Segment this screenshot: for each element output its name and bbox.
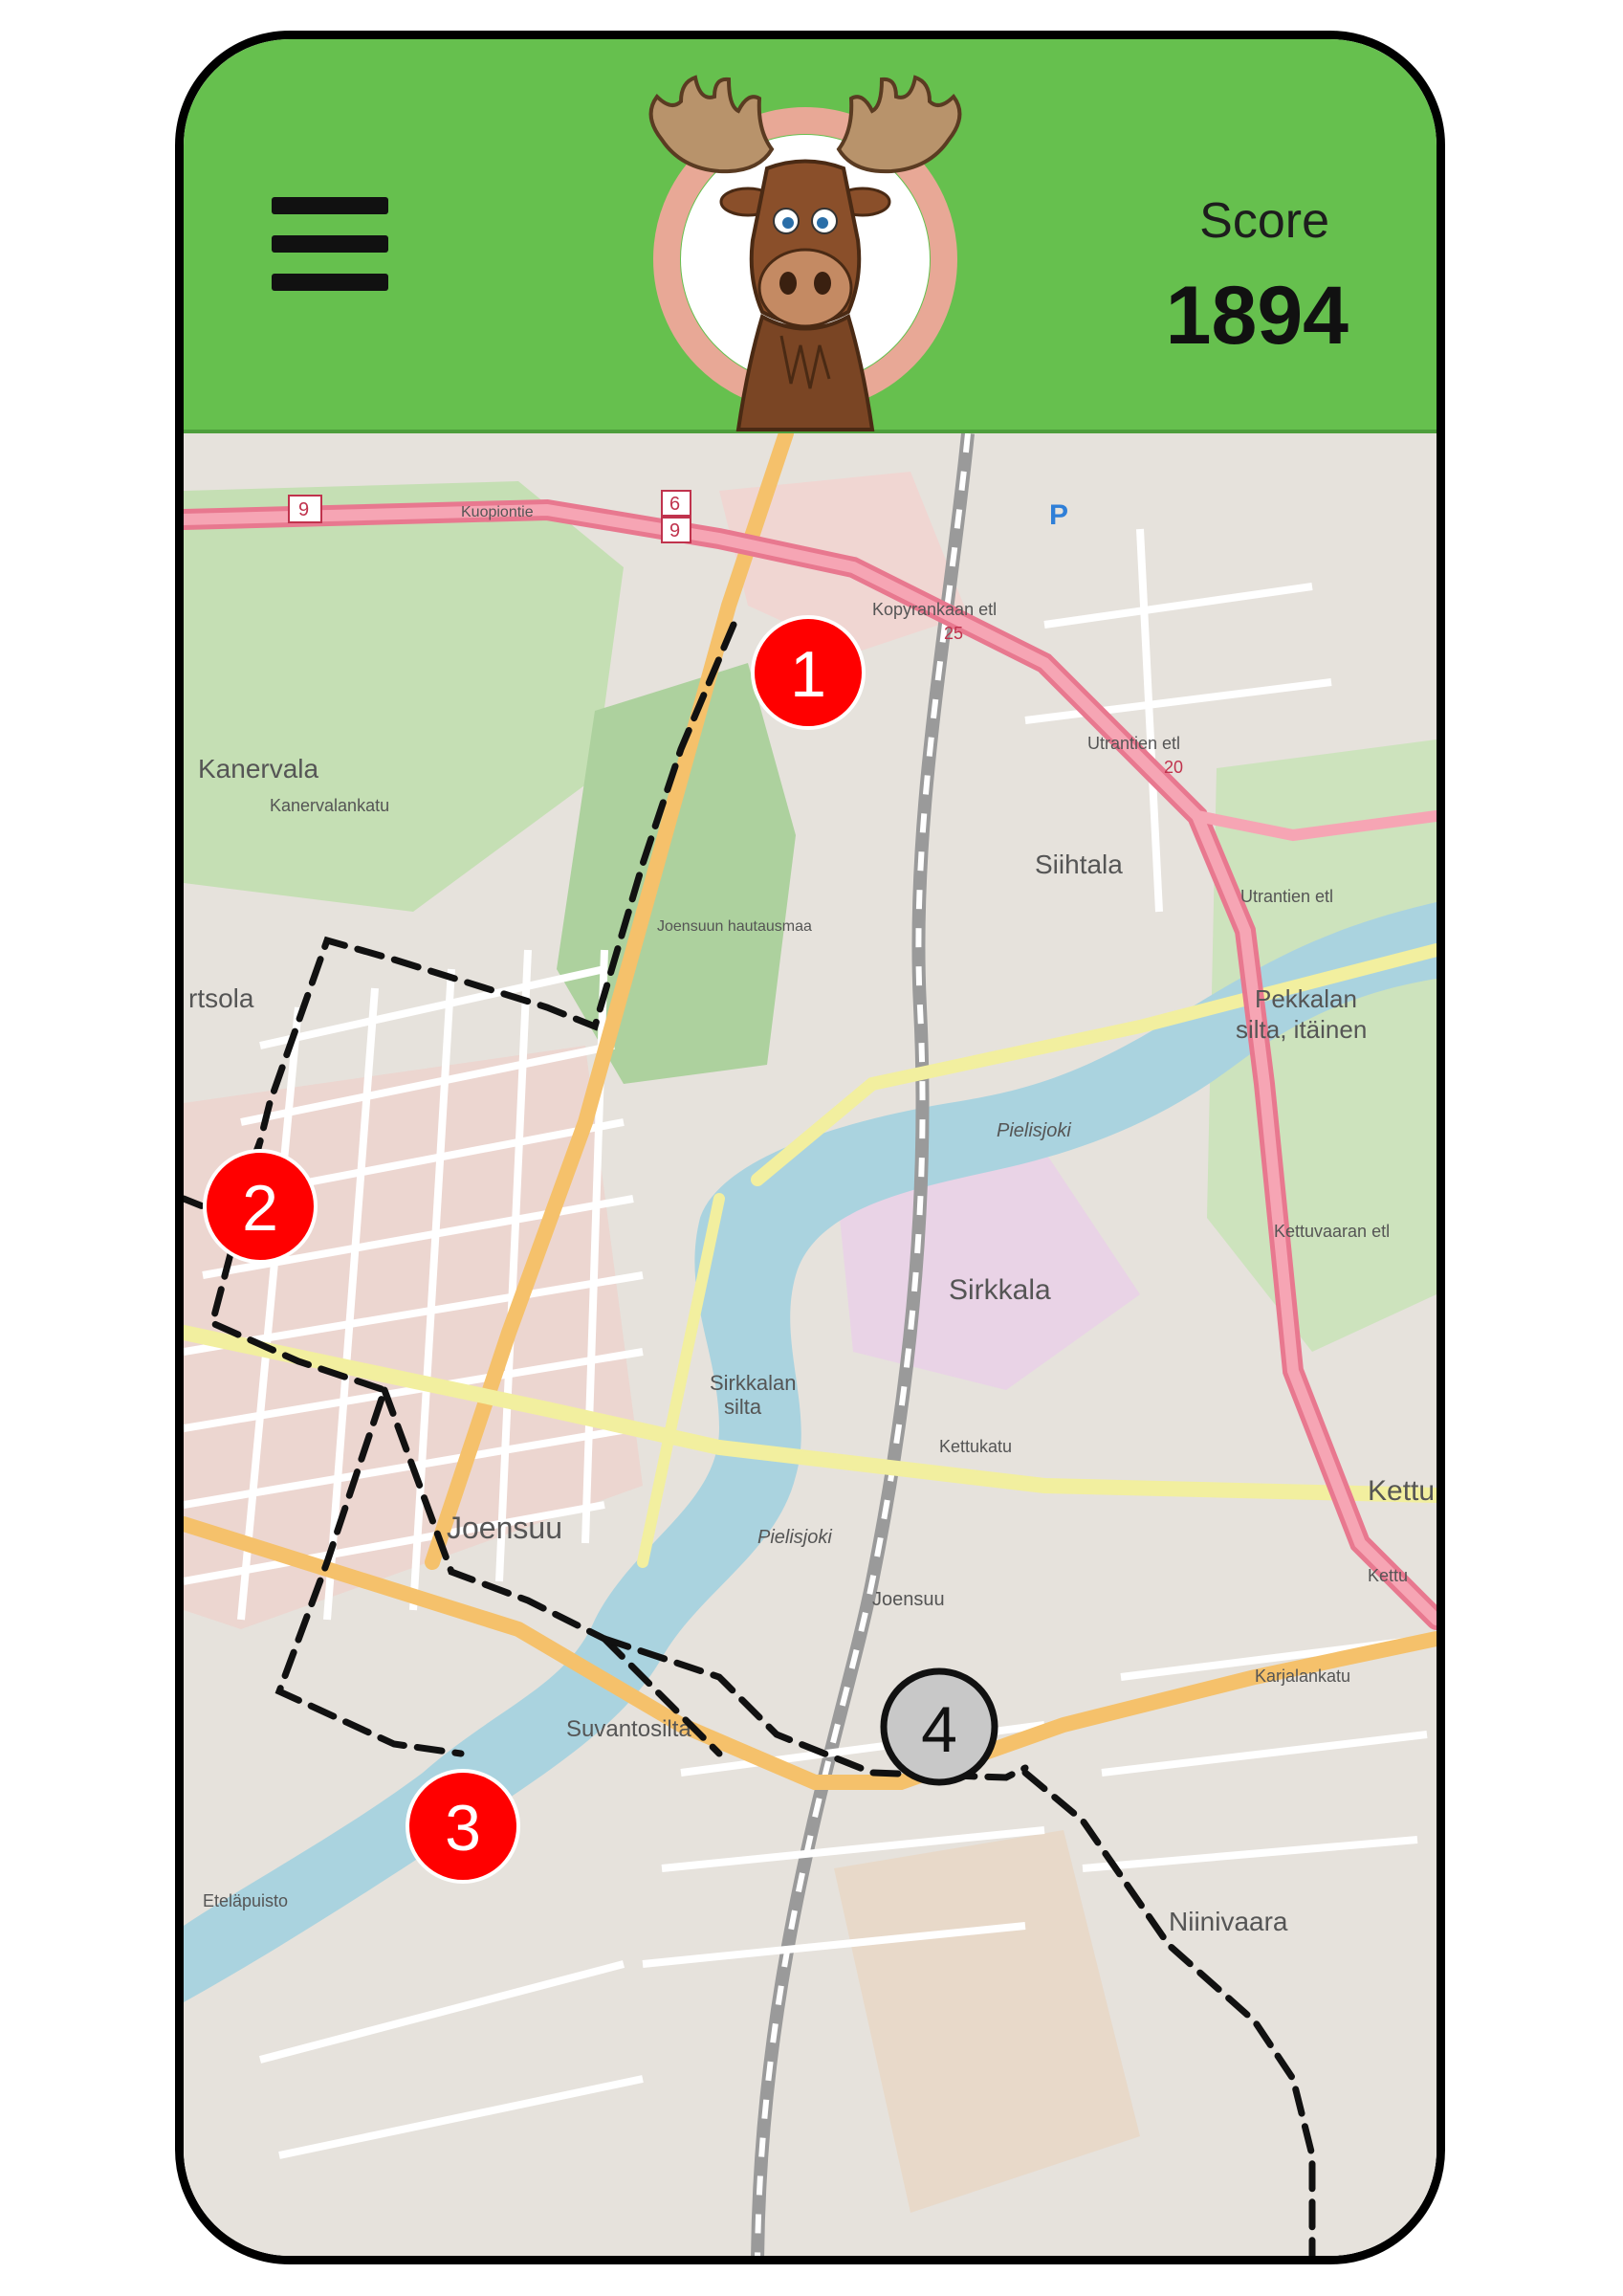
label-utrantien: Utrantien etl — [1087, 734, 1180, 753]
road-shield-6: 6 — [669, 494, 680, 515]
label-joensuu: Joensuu — [447, 1511, 562, 1545]
label-suvantosilta: Suvantosilta — [566, 1716, 691, 1742]
road-number-20: 20 — [1164, 758, 1183, 777]
label-siihtala: Siihtala — [1035, 850, 1123, 879]
label-niinivaara: Niinivaara — [1169, 1907, 1288, 1936]
label-kuopiontie: Kuopiontie — [461, 504, 534, 520]
marker-4-label: 4 — [921, 1693, 957, 1766]
label-kettu-etl: Kettu — [1368, 1566, 1408, 1585]
label-kettuvaaran: Kettuvaaran etl — [1274, 1222, 1390, 1241]
route-marker-4[interactable]: 4 — [880, 1667, 998, 1786]
road-shield-9: 9 — [298, 499, 309, 520]
route-marker-1[interactable]: 1 — [751, 615, 866, 730]
hamburger-menu-icon[interactable] — [272, 197, 388, 293]
label-kettukatu: Kettukatu — [939, 1437, 1012, 1456]
label-cemetery: Joensuun hautausmaa — [657, 918, 812, 935]
marker-2-label: 2 — [242, 1172, 278, 1245]
label-pekkalan-silta: silta, itäinen — [1236, 1015, 1367, 1044]
label-sirkkalan-silta-2: silta — [724, 1395, 762, 1419]
marker-1-label: 1 — [790, 638, 826, 711]
route-marker-2[interactable]: 2 — [203, 1149, 318, 1264]
label-sirkkalan-silta: Sirkkalan — [710, 1371, 796, 1395]
road-number-25: 25 — [944, 624, 963, 643]
parking-icon: P — [1049, 499, 1068, 531]
moose-mascot-icon — [604, 58, 1006, 451]
score-label: Score — [1199, 193, 1329, 249]
label-otsola: rtsola — [188, 983, 254, 1013]
label-joensuu-station: Joensuu — [872, 1589, 945, 1610]
route-marker-3[interactable]: 3 — [406, 1769, 520, 1884]
label-pielisjoki-2: Pielisjoki — [757, 1527, 832, 1548]
map-view[interactable]: Kanervala Kanervalankatu rtsola Siihtala… — [184, 433, 1437, 2256]
label-kopyrankaan: Kopyrankaan etl — [872, 600, 997, 619]
phone-frame: Score 1894 Kanervala Kanervalankatu rtso… — [175, 31, 1445, 2264]
marker-3-label: 3 — [445, 1792, 481, 1865]
score-value: 1894 — [1165, 270, 1349, 362]
label-etelapuisto: Eteläpuisto — [203, 1891, 288, 1910]
label-kanervalankatu: Kanervalankatu — [270, 796, 389, 815]
label-karjalankatu: Karjalankatu — [1255, 1667, 1350, 1686]
label-pekkalan: Pekkalan — [1255, 984, 1357, 1013]
label-sirkkala: Sirkkala — [949, 1274, 1051, 1306]
app-header: Score 1894 — [184, 39, 1437, 433]
label-utrantien-2: Utrantien etl — [1240, 887, 1333, 906]
road-shield-9b: 9 — [669, 520, 680, 541]
label-kettu: Kettu — [1368, 1475, 1435, 1507]
label-pielisjoki: Pielisjoki — [997, 1120, 1071, 1141]
label-kanervala: Kanervala — [198, 754, 319, 784]
